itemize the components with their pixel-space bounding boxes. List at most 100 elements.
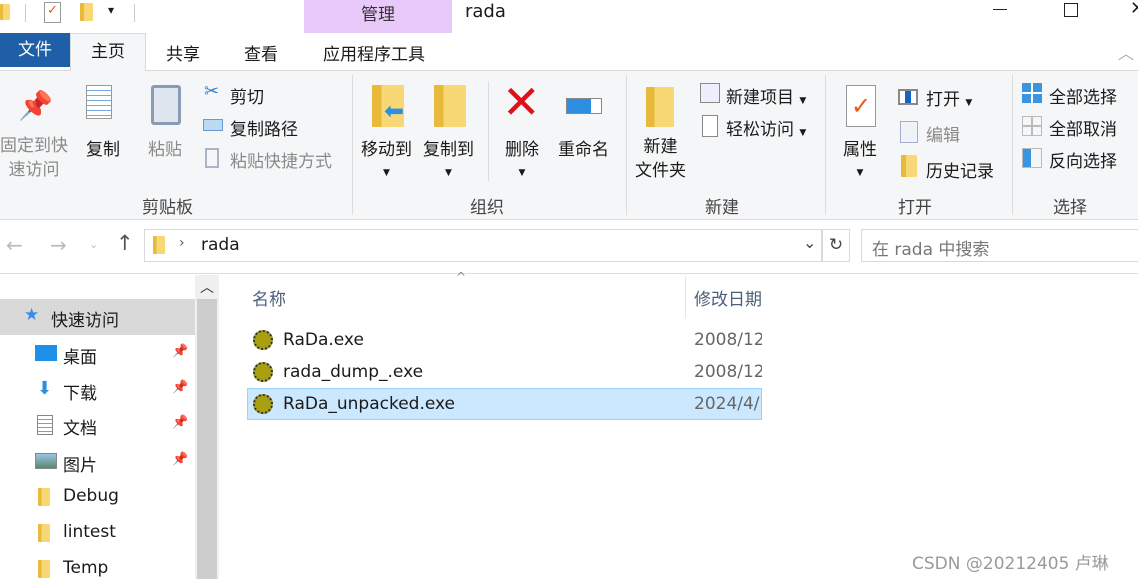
group-label-organize: 组织 [470, 198, 504, 218]
history-icon [901, 155, 917, 177]
pin-label-1: 固定到快 [0, 136, 68, 156]
pin-icon[interactable]: 📌 [172, 415, 188, 430]
delete-label: 删除 [505, 140, 539, 160]
new-folder-label-2: 文件夹 [635, 161, 686, 181]
tab-share[interactable]: 共享 [166, 40, 200, 65]
column-header-name[interactable]: 名称 [252, 285, 286, 310]
move-to-label: 移动到 [361, 140, 412, 160]
copy-to-icon [434, 85, 466, 127]
download-arrow-icon: ⬇ [37, 378, 53, 399]
desktop-icon [35, 345, 57, 361]
new-folder-button[interactable]: 新建 文件夹 [635, 135, 686, 183]
nav-item-downloads[interactable]: ⬇ 下载 📌 [0, 378, 195, 404]
nav-label: Debug [63, 486, 119, 506]
divider [626, 75, 627, 215]
nav-item-quick-access[interactable]: ★ 快速访问 [0, 299, 195, 335]
divider [0, 273, 1138, 274]
pin-icon[interactable]: 📌 [172, 452, 188, 467]
nav-label: 快速访问 [51, 311, 119, 331]
scroll-thumb[interactable] [197, 299, 217, 579]
folder-icon [38, 560, 50, 578]
copy-icon [86, 85, 112, 119]
pin-to-quick-access-button[interactable]: 固定到快 速访问 [0, 134, 68, 182]
column-header-date[interactable]: 修改日期 [694, 285, 762, 310]
watermark: CSDN @20212405 卢琳 [912, 554, 1109, 574]
dropdown-arrow-icon: ▼ [856, 168, 864, 178]
easy-access-button[interactable]: 轻松访问 ▼ [726, 115, 806, 140]
collapse-ribbon-icon[interactable]: ︿ [1118, 40, 1134, 64]
sort-ascending-icon: ^ [456, 270, 467, 284]
close-button[interactable]: ✕ [1130, 0, 1138, 19]
search-input[interactable]: 在 rada 中搜索 [861, 229, 1138, 262]
paste-shortcut-button[interactable]: 粘贴快捷方式 [230, 147, 332, 172]
cut-button[interactable]: 剪切 [230, 83, 264, 108]
nav-item-temp[interactable]: Temp [0, 557, 195, 581]
address-dropdown-icon[interactable]: ⌄ [803, 233, 816, 252]
dropdown-arrow-icon: ▼ [799, 96, 807, 106]
file-row-selected[interactable]: RaDa_unpacked.exe 2024/4/ [247, 388, 762, 420]
nav-label: lintest [63, 522, 116, 542]
tab-app-tools[interactable]: 应用程序工具 [323, 40, 425, 65]
select-none-icon [1022, 116, 1042, 136]
copy-button[interactable]: 复制 [86, 135, 120, 160]
up-button[interactable]: ↑ [116, 231, 134, 255]
nav-item-pictures[interactable]: 图片 📌 [0, 450, 195, 476]
new-folder-quick-icon[interactable] [80, 3, 93, 21]
forward-button[interactable]: → [50, 233, 67, 257]
file-row[interactable]: RaDa.exe 2008/12 [247, 324, 762, 356]
delete-button[interactable]: 删除 ▼ [505, 135, 539, 180]
new-item-button[interactable]: 新建项目 ▼ [726, 83, 806, 108]
pin-label-2: 速访问 [8, 160, 60, 180]
folder-icon [0, 4, 10, 20]
properties-icon: ✓ [846, 85, 876, 127]
maximize-button[interactable] [1064, 3, 1078, 17]
customize-toolbar-icon[interactable]: ▾ [108, 3, 114, 17]
dropdown-arrow-icon: ▼ [518, 168, 526, 178]
copy-to-button[interactable]: 复制到 ▼ [423, 135, 474, 180]
properties-button[interactable]: 属性 ▼ [843, 135, 877, 180]
new-item-label: 新建项目 [726, 88, 794, 108]
file-row[interactable]: rada_dump_.exe 2008/12 [247, 356, 762, 388]
nav-item-lintest[interactable]: lintest [0, 521, 195, 545]
pin-icon[interactable]: 📌 [172, 380, 188, 395]
tab-home[interactable]: 主页 [70, 33, 146, 71]
group-label-new: 新建 [705, 198, 739, 218]
properties-quick-icon[interactable]: ✓ [44, 2, 61, 23]
pufferfish-exe-icon [253, 394, 273, 414]
minimize-button[interactable] [993, 9, 1007, 10]
nav-scrollbar[interactable]: ︿ [195, 275, 219, 579]
paste-button[interactable]: 粘贴 [148, 135, 182, 160]
pin-icon[interactable]: 📌 [172, 344, 188, 359]
divider [825, 75, 826, 215]
nav-label: 桌面 [63, 348, 97, 368]
folder-icon [38, 488, 50, 506]
select-none-button[interactable]: 全部取消 [1049, 115, 1117, 140]
address-path[interactable]: rada [201, 235, 240, 255]
scroll-up-icon[interactable]: ︿ [200, 277, 214, 297]
open-label: 打开 [926, 90, 960, 110]
nav-item-debug[interactable]: Debug [0, 485, 195, 509]
select-all-button[interactable]: 全部选择 [1049, 83, 1117, 108]
tab-view[interactable]: 查看 [244, 40, 278, 65]
pufferfish-exe-icon [253, 362, 273, 382]
rename-button[interactable]: 重命名 [558, 135, 609, 160]
star-icon: ★ [24, 305, 40, 325]
chevron-right-icon: › [179, 235, 185, 251]
move-to-button[interactable]: 移动到 ▼ [361, 135, 412, 180]
new-folder-label-1: 新建 [643, 137, 678, 157]
history-button[interactable]: 历史记录 [926, 157, 994, 182]
address-bar[interactable]: › rada ⌄ [144, 229, 822, 262]
folder-icon [153, 236, 165, 254]
back-button[interactable]: ← [6, 233, 23, 257]
recent-locations-button[interactable]: ⌄ [89, 238, 98, 251]
tab-file[interactable]: 文件 [0, 33, 70, 67]
invert-selection-button[interactable]: 反向选择 [1049, 147, 1117, 172]
delete-x-icon: ✕ [502, 75, 541, 129]
nav-item-documents[interactable]: 文档 📌 [0, 413, 195, 439]
refresh-button[interactable]: ↻ [822, 229, 850, 262]
nav-item-desktop[interactable]: 桌面 📌 [0, 342, 195, 368]
column-divider[interactable] [685, 276, 686, 318]
edit-button[interactable]: 编辑 [926, 121, 960, 146]
copy-path-button[interactable]: 复制路径 [230, 115, 298, 140]
open-button[interactable]: 打开 ▼ [926, 85, 972, 110]
